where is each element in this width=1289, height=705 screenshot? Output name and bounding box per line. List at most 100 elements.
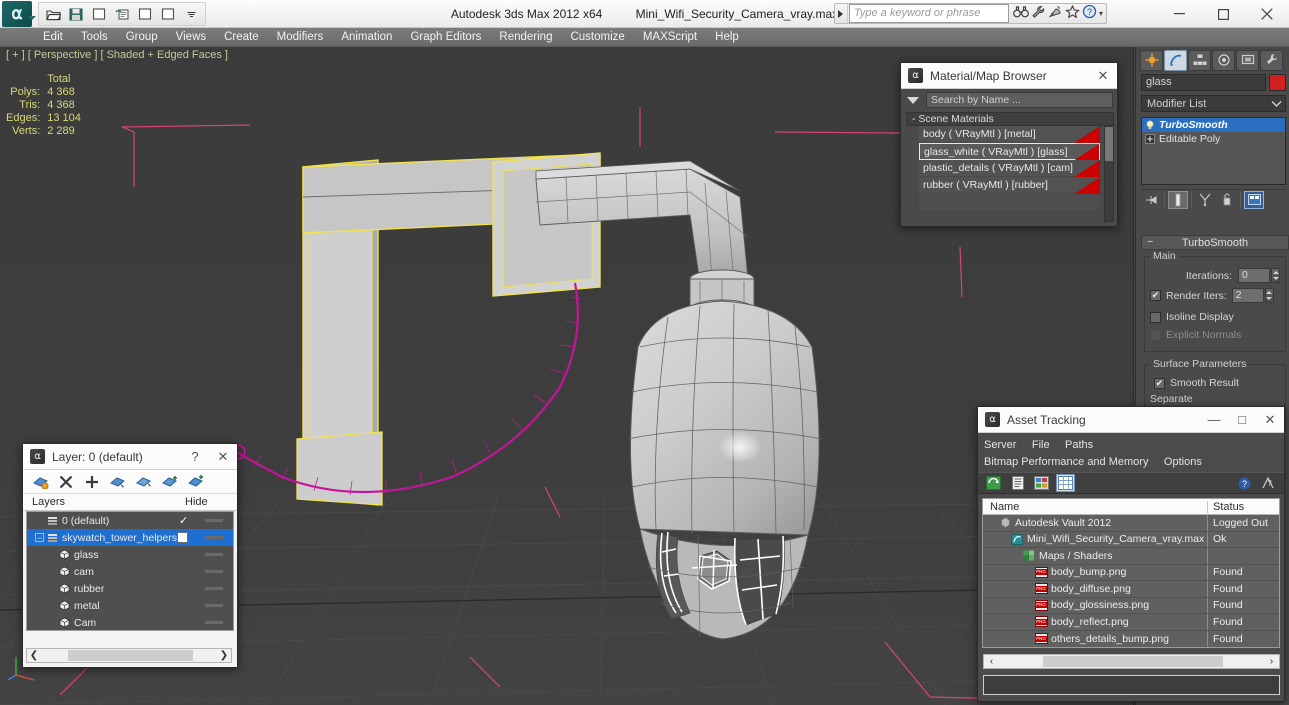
- minimize-button[interactable]: [1157, 1, 1201, 28]
- asset-menu-options[interactable]: Options: [1164, 455, 1202, 470]
- current-layer-checkbox[interactable]: [177, 532, 188, 543]
- add-selection-to-layer-button[interactable]: [82, 472, 102, 492]
- asset-tracking-window[interactable]: ⍺ Asset Tracking — □ ✕ Server File Paths…: [977, 406, 1285, 702]
- maximize-button[interactable]: [1201, 1, 1245, 28]
- asset-name-column-header[interactable]: Name: [983, 500, 1208, 513]
- plus-box-icon[interactable]: [1145, 134, 1155, 144]
- refresh-assets-button[interactable]: [984, 474, 1003, 492]
- hierarchy-tab[interactable]: [1188, 49, 1211, 71]
- modifier-stack[interactable]: TurboSmooth Editable Poly: [1141, 117, 1286, 185]
- object-name-input[interactable]: glass: [1141, 74, 1266, 91]
- material-search-input[interactable]: Search by Name ...: [926, 92, 1113, 108]
- menu-item-modifiers[interactable]: Modifiers: [268, 28, 333, 46]
- iterations-input[interactable]: 0: [1238, 268, 1270, 283]
- select-highlighted-objects-button[interactable]: [134, 472, 154, 492]
- application-menu-caret-icon[interactable]: [28, 16, 36, 20]
- asset-row-vault[interactable]: Autodesk Vault 2012 Logged Out: [983, 515, 1279, 532]
- help-button[interactable]: ?: [1235, 474, 1254, 492]
- 3ds-max-logo-button[interactable]: ⍺: [2, 1, 32, 27]
- new-scene-icon[interactable]: [88, 4, 110, 24]
- pin-stack-button[interactable]: [1141, 191, 1161, 209]
- hide-toggle[interactable]: [205, 553, 223, 556]
- motion-tab[interactable]: [1212, 49, 1235, 71]
- layer-window-close-button[interactable]: ✕: [209, 444, 237, 469]
- scroll-right-arrow-icon[interactable]: ›: [1264, 656, 1279, 667]
- material-row-glass-white[interactable]: glass_white ( VRayMtl ) [glass]: [919, 143, 1100, 161]
- asset-tracking-minimize-button[interactable]: —: [1200, 407, 1228, 432]
- menu-item-help[interactable]: Help: [706, 28, 748, 46]
- display-tab[interactable]: [1236, 49, 1259, 71]
- asset-menu-bitmap-performance[interactable]: Bitmap Performance and Memory: [984, 455, 1148, 470]
- menu-item-tools[interactable]: Tools: [72, 28, 117, 46]
- quick-access-overflow-icon[interactable]: [180, 4, 202, 24]
- turbosmooth-rollout-header[interactable]: − TurboSmooth: [1141, 235, 1289, 250]
- material-map-browser-window[interactable]: ⍺ Material/Map Browser ✕ Search by Name …: [900, 62, 1118, 227]
- material-row-rubber[interactable]: rubber ( VRayMtl ) [rubber]: [919, 177, 1100, 194]
- smooth-result-row[interactable]: Smooth Result: [1150, 375, 1280, 391]
- set-project-folder-icon[interactable]: [157, 4, 179, 24]
- asset-row-body-glossiness[interactable]: body_glossiness.png Found: [983, 597, 1279, 614]
- isoline-display-checkbox[interactable]: [1150, 311, 1161, 323]
- modifier-stack-item-turbosmooth[interactable]: TurboSmooth: [1142, 118, 1285, 132]
- layer-object-row-cam[interactable]: cam: [27, 563, 233, 580]
- asset-table[interactable]: Name Status Autodesk Vault 2012 Logged O…: [982, 498, 1280, 648]
- create-new-layer-button[interactable]: [30, 472, 50, 492]
- select-objects-in-layer-button[interactable]: [108, 472, 128, 492]
- layer-object-row-metal[interactable]: metal: [27, 597, 233, 614]
- asset-tracking-titlebar[interactable]: ⍺ Asset Tracking — □ ✕: [978, 407, 1284, 433]
- asset-menu-paths[interactable]: Paths: [1065, 438, 1093, 453]
- render-iters-input[interactable]: 2: [1231, 288, 1264, 303]
- material-row-plastic-details[interactable]: plastic_details ( VRayMtl ) [cam]: [919, 160, 1100, 177]
- hide-toggle[interactable]: [205, 519, 223, 522]
- menu-item-customize[interactable]: Customize: [561, 28, 633, 46]
- list-view-button[interactable]: [1008, 474, 1027, 492]
- scroll-right-arrow-icon[interactable]: ❯: [217, 650, 231, 661]
- asset-menu-file[interactable]: File: [1032, 438, 1050, 453]
- menu-item-views[interactable]: Views: [167, 28, 215, 46]
- explicit-normals-row[interactable]: Explicit Normals: [1150, 327, 1280, 343]
- material-row-body[interactable]: body ( VRayMtl ) [metal]: [919, 126, 1100, 143]
- layer-list[interactable]: 0 (default) ✓ − skywatch_tower_helpers g…: [26, 511, 234, 631]
- wrench-icon[interactable]: [1031, 5, 1046, 23]
- scrollbar-thumb[interactable]: [67, 650, 193, 661]
- scroll-left-arrow-icon[interactable]: ❮: [27, 650, 41, 661]
- browser-options-caret-icon[interactable]: [907, 96, 919, 104]
- search-dropdown-caret-icon[interactable]: [835, 4, 848, 23]
- asset-table-horizontal-scrollbar[interactable]: ‹ ›: [983, 654, 1280, 669]
- asset-status-column-header[interactable]: Status: [1208, 501, 1279, 513]
- binoculars-icon[interactable]: [1013, 5, 1029, 23]
- star-icon[interactable]: [1065, 4, 1080, 23]
- thumbnail-view-button[interactable]: [1032, 474, 1051, 492]
- hide-toggle[interactable]: [205, 587, 223, 590]
- object-color-swatch[interactable]: [1269, 74, 1286, 91]
- make-unique-button[interactable]: [1195, 191, 1215, 209]
- asset-row-others-details-bump[interactable]: others_details_bump.png Found: [983, 630, 1279, 647]
- asset-row-body-reflect[interactable]: body_reflect.png Found: [983, 614, 1279, 631]
- scene-materials-group-header[interactable]: - Scene Materials: [906, 112, 1114, 126]
- menu-item-group[interactable]: Group: [117, 28, 167, 46]
- what-is-this-button[interactable]: ?: [1259, 474, 1278, 492]
- modifier-list-dropdown[interactable]: Modifier List: [1141, 95, 1286, 112]
- expand-collapse-icon[interactable]: −: [35, 533, 44, 543]
- isoline-display-row[interactable]: Isoline Display: [1150, 309, 1280, 325]
- asset-tracking-close-button[interactable]: ✕: [1256, 407, 1284, 432]
- asset-row-maps-shaders[interactable]: Maps / Shaders: [983, 548, 1279, 565]
- layer-object-row-glass[interactable]: glass: [27, 546, 233, 563]
- menu-item-graph-editors[interactable]: Graph Editors: [401, 28, 490, 46]
- close-button[interactable]: [1245, 1, 1289, 28]
- asset-row-body-bump[interactable]: body_bump.png Found: [983, 564, 1279, 581]
- render-iters-checkbox[interactable]: [1150, 290, 1161, 301]
- save-file-icon[interactable]: [65, 4, 87, 24]
- menu-item-animation[interactable]: Animation: [332, 28, 401, 46]
- layer-row-skywatch-tower-helpers[interactable]: − skywatch_tower_helpers: [27, 529, 233, 546]
- hide-toggle[interactable]: [205, 604, 223, 607]
- help-icon[interactable]: ?: [1082, 4, 1097, 24]
- redo-scene-operation-icon[interactable]: [134, 4, 156, 24]
- asset-menu-server[interactable]: Server: [984, 438, 1016, 453]
- viewport-label[interactable]: [ + ] [ Perspective ] [ Shaded + Edged F…: [6, 49, 228, 61]
- hide-toggle[interactable]: [205, 536, 223, 539]
- highlight-selected-objects-layers-button[interactable]: [160, 472, 180, 492]
- scrollbar-thumb[interactable]: [1042, 656, 1223, 667]
- delete-layer-button[interactable]: [56, 472, 76, 492]
- modifier-stack-item-editable-poly[interactable]: Editable Poly: [1142, 132, 1285, 146]
